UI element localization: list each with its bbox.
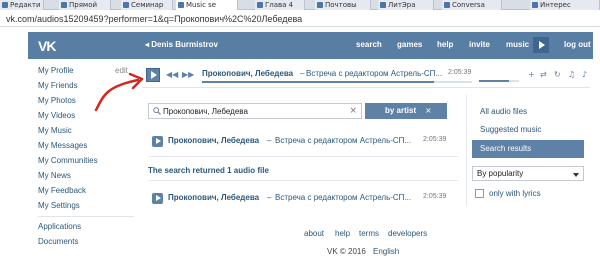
volume-slider[interactable] xyxy=(479,80,519,82)
footer-language[interactable]: English xyxy=(373,247,399,256)
sidebar-item-documents[interactable]: Documents xyxy=(38,237,78,246)
sidebar-item-music[interactable]: My Music xyxy=(38,126,72,135)
play-icon[interactable] xyxy=(152,193,163,204)
sidebar-item-videos[interactable]: My Videos xyxy=(38,111,75,120)
progress-bar[interactable] xyxy=(202,81,472,83)
sidebar-item-profile[interactable]: My Profile xyxy=(38,66,74,75)
audio-title[interactable]: Встреча с редактором Астрель-СП... xyxy=(275,193,411,202)
sidebar-item-applications[interactable]: Applications xyxy=(38,222,81,231)
browser-tab[interactable]: Почтовы xyxy=(315,0,371,10)
favicon-icon xyxy=(178,2,184,8)
annotation-arrow xyxy=(94,72,144,112)
browser-tab[interactable]: ЛитЭра xyxy=(378,0,434,10)
search-result-message: The search returned 1 audio file xyxy=(148,166,269,175)
lyrics-checkbox[interactable] xyxy=(475,189,484,198)
site-header: VK ◂ Denis Burmistrov search games help … xyxy=(28,32,593,59)
sidebar-item-settings[interactable]: My Settings xyxy=(38,201,80,210)
clear-icon[interactable]: × xyxy=(349,106,357,116)
sidebar-item-messages[interactable]: My Messages xyxy=(38,141,87,150)
now-playing-time: 2:05:39 xyxy=(448,69,472,76)
sort-value: By popularity xyxy=(477,169,524,178)
favicon-icon xyxy=(380,2,386,8)
sidebar-item-friends[interactable]: My Friends xyxy=(38,81,78,90)
audio-separator: – xyxy=(267,136,272,145)
url-text[interactable]: vk.com/audios15209459?performer=1&q=Прок… xyxy=(6,14,302,24)
nav-log-out[interactable]: log out xyxy=(564,40,591,49)
browser-tab[interactable]: Глава 4 xyxy=(255,0,305,10)
audio-player: ◀◀ ▶▶ Прокопович, Лебедева – Встреча с р… xyxy=(142,62,590,88)
header-play-button[interactable] xyxy=(533,37,549,53)
sidebar-item-feedback[interactable]: My Feedback xyxy=(38,186,86,195)
footer-about[interactable]: about xyxy=(304,229,324,238)
right-panel-border xyxy=(466,95,467,205)
browser-tab[interactable]: Редакти xyxy=(0,0,44,10)
footer-terms[interactable]: terms xyxy=(359,229,379,238)
by-artist-label: by artist xyxy=(385,106,417,115)
audio-artist[interactable]: Прокопович, Лебедева xyxy=(168,193,259,202)
browser-tab-active[interactable]: Music se xyxy=(176,0,238,10)
nav-help[interactable]: help xyxy=(437,40,453,49)
nav-games[interactable]: games xyxy=(397,40,422,49)
audio-artist[interactable]: Прокопович, Лебедева xyxy=(168,136,259,145)
search-value: Прокопович, Лебедева xyxy=(163,107,248,116)
status-icon[interactable]: ♪ xyxy=(582,70,587,79)
volume-fill xyxy=(479,80,509,82)
shuffle-icon[interactable]: ⇄ xyxy=(540,70,547,79)
audio-duration: 2:05:39 xyxy=(423,136,447,143)
sidebar-item-news[interactable]: My News xyxy=(38,171,71,180)
user-name-link[interactable]: ◂ Denis Burmistrov xyxy=(145,40,218,49)
vk-logo[interactable]: VK xyxy=(38,38,56,54)
now-playing-separator: – xyxy=(300,69,305,78)
by-artist-filter[interactable]: by artist × xyxy=(365,103,447,119)
play-icon[interactable] xyxy=(152,136,163,147)
footer-developers[interactable]: developers xyxy=(388,229,427,238)
browser-tab-strip: Редакти Прямой Семинар Music se Глава 4 … xyxy=(0,0,600,10)
suggested-music-link[interactable]: Suggested music xyxy=(480,125,541,134)
audio-separator: – xyxy=(267,193,272,202)
now-playing-artist[interactable]: Прокопович, Лебедева xyxy=(202,69,293,78)
audio-row[interactable]: Прокопович, Лебедева – Встреча с редакто… xyxy=(148,190,458,208)
sidebar-divider xyxy=(38,216,134,217)
nav-search[interactable]: search xyxy=(356,40,382,49)
add-icon[interactable]: + xyxy=(528,70,535,79)
broadcast-icon[interactable]: ♫ xyxy=(568,70,575,79)
lyrics-checkbox-label[interactable]: only with lyrics xyxy=(489,189,541,198)
sidebar-item-communities[interactable]: My Communities xyxy=(38,156,98,165)
results-divider xyxy=(148,156,458,157)
favicon-icon xyxy=(2,2,8,8)
chevron-down-icon xyxy=(573,173,579,177)
favicon-icon xyxy=(532,2,538,8)
sidebar-item-photos[interactable]: My Photos xyxy=(38,96,76,105)
results-divider xyxy=(148,180,458,181)
audio-search-input[interactable]: Прокопович, Лебедева × xyxy=(148,103,362,119)
favicon-icon xyxy=(123,2,129,8)
browser-tab[interactable]: Семинар xyxy=(121,0,173,10)
audio-duration: 2:05:39 xyxy=(423,193,447,200)
search-icon xyxy=(153,107,161,115)
audio-title[interactable]: Встреча с редактором Астрель-СП... xyxy=(275,136,411,145)
footer-copyright: VK © 2016 xyxy=(327,247,366,256)
remove-filter-icon[interactable]: × xyxy=(425,106,432,115)
footer-help[interactable]: help xyxy=(335,229,350,238)
browser-tab[interactable]: Conversa xyxy=(442,0,502,10)
address-bar[interactable]: vk.com/audios15209459?performer=1&q=Прок… xyxy=(0,11,600,27)
now-playing-title[interactable]: Встреча с редактором Астрель-СП... xyxy=(306,69,442,78)
favicon-icon xyxy=(257,2,263,8)
browser-tab[interactable]: Прямой xyxy=(59,0,111,10)
sort-dropdown[interactable]: By popularity xyxy=(472,166,584,181)
repeat-icon[interactable]: ↻ xyxy=(554,70,561,79)
favicon-icon xyxy=(317,2,323,8)
prev-icon[interactable]: ◀◀ xyxy=(166,70,178,79)
browser-tab[interactable]: Интерес xyxy=(530,0,600,10)
progress-fill xyxy=(202,81,435,83)
nav-invite[interactable]: invite xyxy=(469,40,490,49)
audio-row[interactable]: Прокопович, Лебедева – Встреча с редакто… xyxy=(148,133,458,151)
next-icon[interactable]: ▶▶ xyxy=(182,70,194,79)
search-results-tab[interactable]: Search results xyxy=(472,140,584,158)
nav-music[interactable]: music xyxy=(506,40,529,49)
all-audio-files-link[interactable]: All audio files xyxy=(480,107,527,116)
favicon-icon xyxy=(444,2,450,8)
favicon-icon xyxy=(61,2,67,8)
